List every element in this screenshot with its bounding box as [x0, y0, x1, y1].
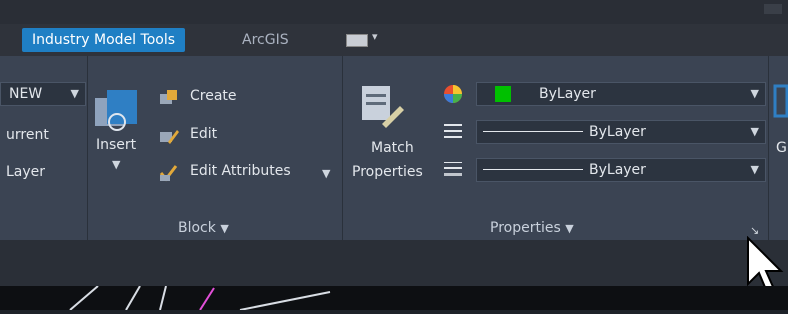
lineweight-dropdown[interactable]: ByLayer ▼: [476, 158, 766, 182]
panel-divider: [87, 56, 88, 240]
make-current-button[interactable]: urrent: [6, 127, 49, 143]
lineweight-icon: [444, 162, 462, 176]
block-panel-label: Block: [178, 220, 216, 236]
title-bar: [0, 0, 788, 24]
group-button-label[interactable]: G: [776, 140, 787, 156]
chevron-down-icon: ▼: [565, 222, 574, 235]
linetype-icon: [444, 124, 462, 138]
ribbon: NEW ▼ urrent Layer Insert ▼ Create Edit …: [0, 56, 788, 240]
panel-divider: [768, 56, 769, 240]
lineweight-value: ByLayer: [589, 162, 646, 178]
edit-block-icon: [160, 130, 179, 144]
drawing-canvas[interactable]: [0, 285, 788, 311]
insert-block-icon[interactable]: [93, 86, 141, 134]
match-properties-icon[interactable]: [360, 84, 404, 130]
chevron-down-icon[interactable]: ▾: [372, 30, 378, 43]
layer-state-dropdown[interactable]: NEW ▼: [0, 82, 86, 106]
chevron-down-icon[interactable]: ▼: [112, 158, 120, 171]
color-swatch: [495, 86, 511, 102]
window-control[interactable]: [764, 4, 782, 14]
chevron-down-icon: ▼: [70, 87, 79, 100]
edit-block-button[interactable]: Edit: [190, 126, 217, 142]
status-strip: [0, 240, 788, 286]
color-wheel-icon: [444, 85, 462, 103]
panel-divider: [342, 56, 343, 240]
line-sample: [483, 131, 583, 132]
chevron-down-icon: ▼: [750, 125, 759, 138]
chevron-down-icon: ▼: [750, 163, 759, 176]
canvas-linework: [69, 285, 331, 311]
color-dropdown[interactable]: ByLayer ▼: [476, 82, 766, 106]
layer-state-value: NEW: [9, 86, 43, 102]
properties-panel-title[interactable]: Properties ▼: [490, 220, 574, 238]
properties-panel-label: Properties: [490, 220, 561, 236]
match-properties-label[interactable]: Match: [371, 140, 414, 156]
edit-attributes-button[interactable]: Edit Attributes: [190, 163, 291, 179]
color-value: ByLayer: [539, 86, 596, 102]
group-icon[interactable]: [772, 84, 788, 120]
block-panel-title[interactable]: Block ▼: [178, 220, 229, 238]
layer-button[interactable]: Layer: [6, 164, 45, 180]
match-properties-label-line2[interactable]: Properties: [352, 164, 423, 180]
quick-access-icon[interactable]: [346, 34, 368, 47]
create-block-button[interactable]: Create: [190, 88, 237, 104]
line-sample: [483, 169, 583, 170]
chevron-down-icon: ▼: [750, 87, 759, 100]
insert-button[interactable]: Insert: [96, 137, 136, 153]
linetype-value: ByLayer: [589, 124, 646, 140]
ribbon-tab-bar: Industry Model Tools ArcGIS ▾: [0, 24, 788, 56]
tab-arcgis[interactable]: ArcGIS: [232, 28, 299, 52]
create-block-icon: [160, 90, 177, 104]
chevron-down-icon[interactable]: ▼: [322, 167, 330, 180]
linetype-dropdown[interactable]: ByLayer ▼: [476, 120, 766, 144]
chevron-down-icon: ▼: [220, 222, 229, 235]
tab-industry-model-tools[interactable]: Industry Model Tools: [22, 28, 186, 52]
edit-attributes-icon: [159, 165, 178, 182]
